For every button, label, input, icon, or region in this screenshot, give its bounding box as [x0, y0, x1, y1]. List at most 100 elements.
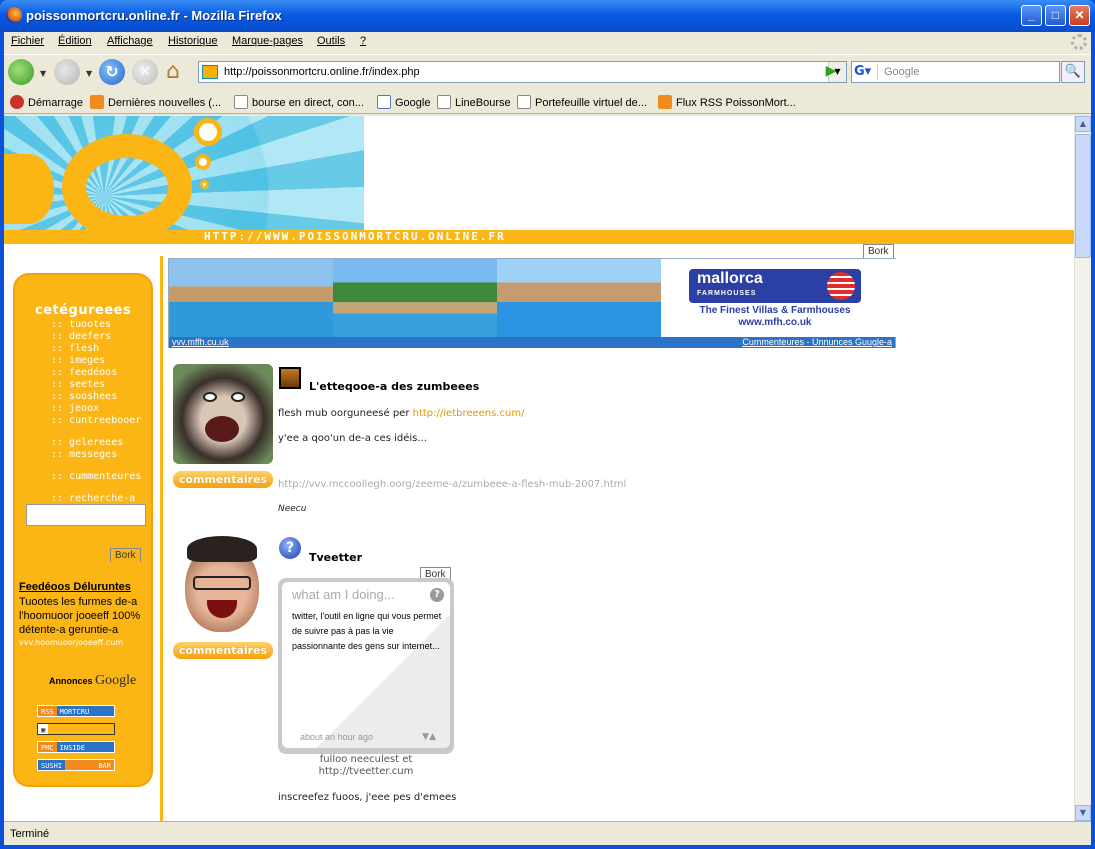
window-title: poissonmortcru.online.fr - Mozilla Firef…: [26, 8, 282, 23]
bookmark-label: Dernières nouvelles (...: [108, 97, 222, 109]
header-url[interactable]: HTTP://WWW.POISSONMORTCRU.ONLINE.FR: [204, 230, 506, 244]
url-bar[interactable]: http://poissonmortcru.online.fr/index.ph…: [198, 61, 847, 83]
forward-arrow-icon[interactable]: [54, 59, 80, 85]
post-text: flesh mub oorguneesé per: [278, 408, 413, 419]
menu-help[interactable]: ?: [360, 35, 366, 47]
bookmark-label: Flux RSS PoissonMort...: [676, 97, 796, 109]
sidebar-item-cuntreebooer[interactable]: :: cuntreebooer: [51, 415, 141, 427]
ad-tagline: The Finest Villas & Farmhouses: [699, 305, 851, 316]
sidebar-item-deefers[interactable]: :: deefers: [51, 331, 141, 343]
sidebar-item-sooshees[interactable]: :: sooshees: [51, 391, 141, 403]
minimize-button[interactable]: _: [1021, 5, 1042, 26]
sidebar-item-imeges[interactable]: :: imeges: [51, 355, 141, 367]
rss-mortcru-badge[interactable]: RSS MORTCRU: [37, 705, 115, 717]
home-icon[interactable]: ⌂: [166, 59, 192, 85]
vertical-scrollbar[interactable]: ▲ ▼: [1074, 116, 1091, 821]
glasses-shape: [193, 576, 251, 590]
sidebar-item-feedeoos[interactable]: :: feedéoos: [51, 367, 141, 379]
content-divider: [160, 256, 163, 821]
ad-bork-button[interactable]: Bork: [863, 244, 894, 258]
twitter-widget-heading: what am I doing...: [292, 587, 395, 602]
twitter-message: twitter, l'outil en ligne qui vous perme…: [292, 611, 442, 651]
bookmark-demarrage[interactable]: Démarrage: [10, 95, 83, 109]
scroll-down-icon[interactable]: ▼: [1075, 805, 1091, 821]
sidebar-title: cetégureees: [35, 303, 132, 318]
villa-photo: [497, 259, 661, 337]
back-arrow-icon[interactable]: [8, 59, 34, 85]
bookmark-label: Démarrage: [28, 97, 84, 109]
help-icon[interactable]: ?: [430, 588, 444, 602]
search-icon[interactable]: 🔍: [1061, 61, 1085, 83]
google-engine-icon[interactable]: G▾: [854, 64, 878, 80]
ad-banner[interactable]: mallorca FARMHOUSES The Finest Villas & F…: [168, 258, 897, 348]
scroll-thumb[interactable]: [1075, 134, 1091, 258]
menu-edition[interactable]: Édition: [58, 35, 92, 47]
ad-site: www.mfh.co.uk: [738, 317, 812, 328]
pmc-inside-badge[interactable]: PMC INSIDE: [37, 741, 115, 753]
page-viewport: HTTP://WWW.POISSONMORTCRU.ONLINE.FR ceté…: [4, 116, 1074, 821]
sidebar-item-cummenteures[interactable]: :: cummenteures: [51, 471, 141, 483]
comments-button[interactable]: commentaires: [173, 642, 273, 659]
sidebar-bork-button[interactable]: Bork: [110, 548, 141, 562]
sidebar-item-tuootes[interactable]: :: tuootes: [51, 319, 141, 331]
go-icon[interactable]: ▶: [821, 63, 841, 81]
sidebar-item-flesh[interactable]: :: flesh: [51, 343, 141, 355]
feed-title-link[interactable]: Feedéoos Déluruntes: [19, 581, 131, 593]
sidebar-item-seetes[interactable]: :: seetes: [51, 379, 141, 391]
comments-button[interactable]: commentaires: [173, 471, 273, 488]
forward-history-dropdown[interactable]: ▼: [86, 69, 92, 78]
mouth-shape: [205, 416, 239, 442]
zombie-avatar: [173, 364, 273, 464]
page-icon: [234, 95, 248, 109]
sidebar-item-jeoox[interactable]: :: jeoox: [51, 403, 141, 415]
reload-icon[interactable]: ↻: [99, 59, 125, 85]
sidebar-item-gelereees[interactable]: :: gelereees: [51, 437, 141, 449]
badge-image-icon[interactable]: ▣: [37, 723, 115, 735]
google-ads-label[interactable]: Annonces Google: [49, 673, 136, 689]
scroll-up-icon[interactable]: ▲: [1075, 116, 1091, 132]
screaming-man-avatar: [173, 536, 273, 636]
page-icon: [437, 95, 451, 109]
bookmark-bourse[interactable]: bourse en direct, con...: [234, 95, 364, 109]
back-history-dropdown[interactable]: ▼: [40, 69, 46, 78]
bookmarks-toolbar: Démarrage Dernières nouvelles (... bours…: [4, 90, 1091, 114]
sidebar: cetégureees :: tuootes :: deefers :: fle…: [13, 273, 153, 787]
villa-photo: [333, 259, 497, 337]
menu-affichage[interactable]: Affichage: [107, 35, 153, 47]
bookmark-google[interactable]: Google: [377, 95, 430, 109]
menu-outils[interactable]: Outils: [317, 35, 345, 47]
stop-icon[interactable]: ✕: [132, 59, 158, 85]
bookmark-label: LineBourse: [455, 97, 511, 109]
url-text[interactable]: http://poissonmortcru.online.fr/index.ph…: [224, 66, 420, 78]
question-icon: ?: [279, 537, 301, 559]
bookmark-flux-rss[interactable]: Flux RSS PoissonMort...: [658, 95, 796, 109]
ad-footer-google-link[interactable]: Cummenteures - Unnunces Guugle-a: [742, 337, 892, 348]
post-url-link[interactable]: http://vvv.mccoollegh.oorg/zeeme-a/zumbe…: [278, 479, 626, 490]
maximize-button[interactable]: □: [1045, 5, 1066, 26]
twitter-widget[interactable]: what am I doing... ? twitter, l'outil en…: [278, 578, 454, 754]
bubble-icon: [194, 118, 222, 146]
badge-left: ▣: [38, 724, 49, 734]
sidebar-item-messeges[interactable]: :: messeges: [51, 449, 141, 461]
site-header: HTTP://WWW.POISSONMORTCRU.ONLINE.FR: [4, 116, 1074, 244]
bookmark-dernieres-nouvelles[interactable]: Dernières nouvelles (...: [90, 95, 221, 109]
bookmark-portefeuille[interactable]: Portefeuille virtuel de...: [517, 95, 647, 109]
twitter-follow-text[interactable]: fulloo neeculest et http://tveetter.cum: [278, 754, 454, 778]
post-link[interactable]: http://ietbreeens.cum/: [413, 408, 525, 419]
menu-historique[interactable]: Historique: [168, 35, 218, 47]
post-footer-text: inscreefez fuoos, j'eee pes d'emees: [278, 792, 457, 803]
menu-fichier[interactable]: Fichier: [11, 35, 44, 47]
arrows-icon[interactable]: ▼▲: [422, 732, 436, 742]
ad-footer-url-link[interactable]: vvv.mffh.cu.uk: [172, 337, 229, 348]
sidebar-search-input[interactable]: [26, 504, 146, 526]
close-button[interactable]: ✕: [1069, 5, 1090, 26]
feed-url-link[interactable]: vvv.hoomuoorjooeeff.cum: [19, 638, 123, 647]
villa-photo: [169, 259, 333, 337]
search-input[interactable]: G▾ Google: [851, 61, 1060, 83]
bookmark-linebourse[interactable]: LineBourse: [437, 95, 511, 109]
menu-marque-pages[interactable]: Marque-pages: [232, 35, 303, 47]
navigation-toolbar: ▼ ▼ ↻ ✕ ⌂ http://poissonmortcru.online.f…: [4, 54, 1091, 88]
sushi-bar-badge[interactable]: SUSHI BAR: [37, 759, 115, 771]
